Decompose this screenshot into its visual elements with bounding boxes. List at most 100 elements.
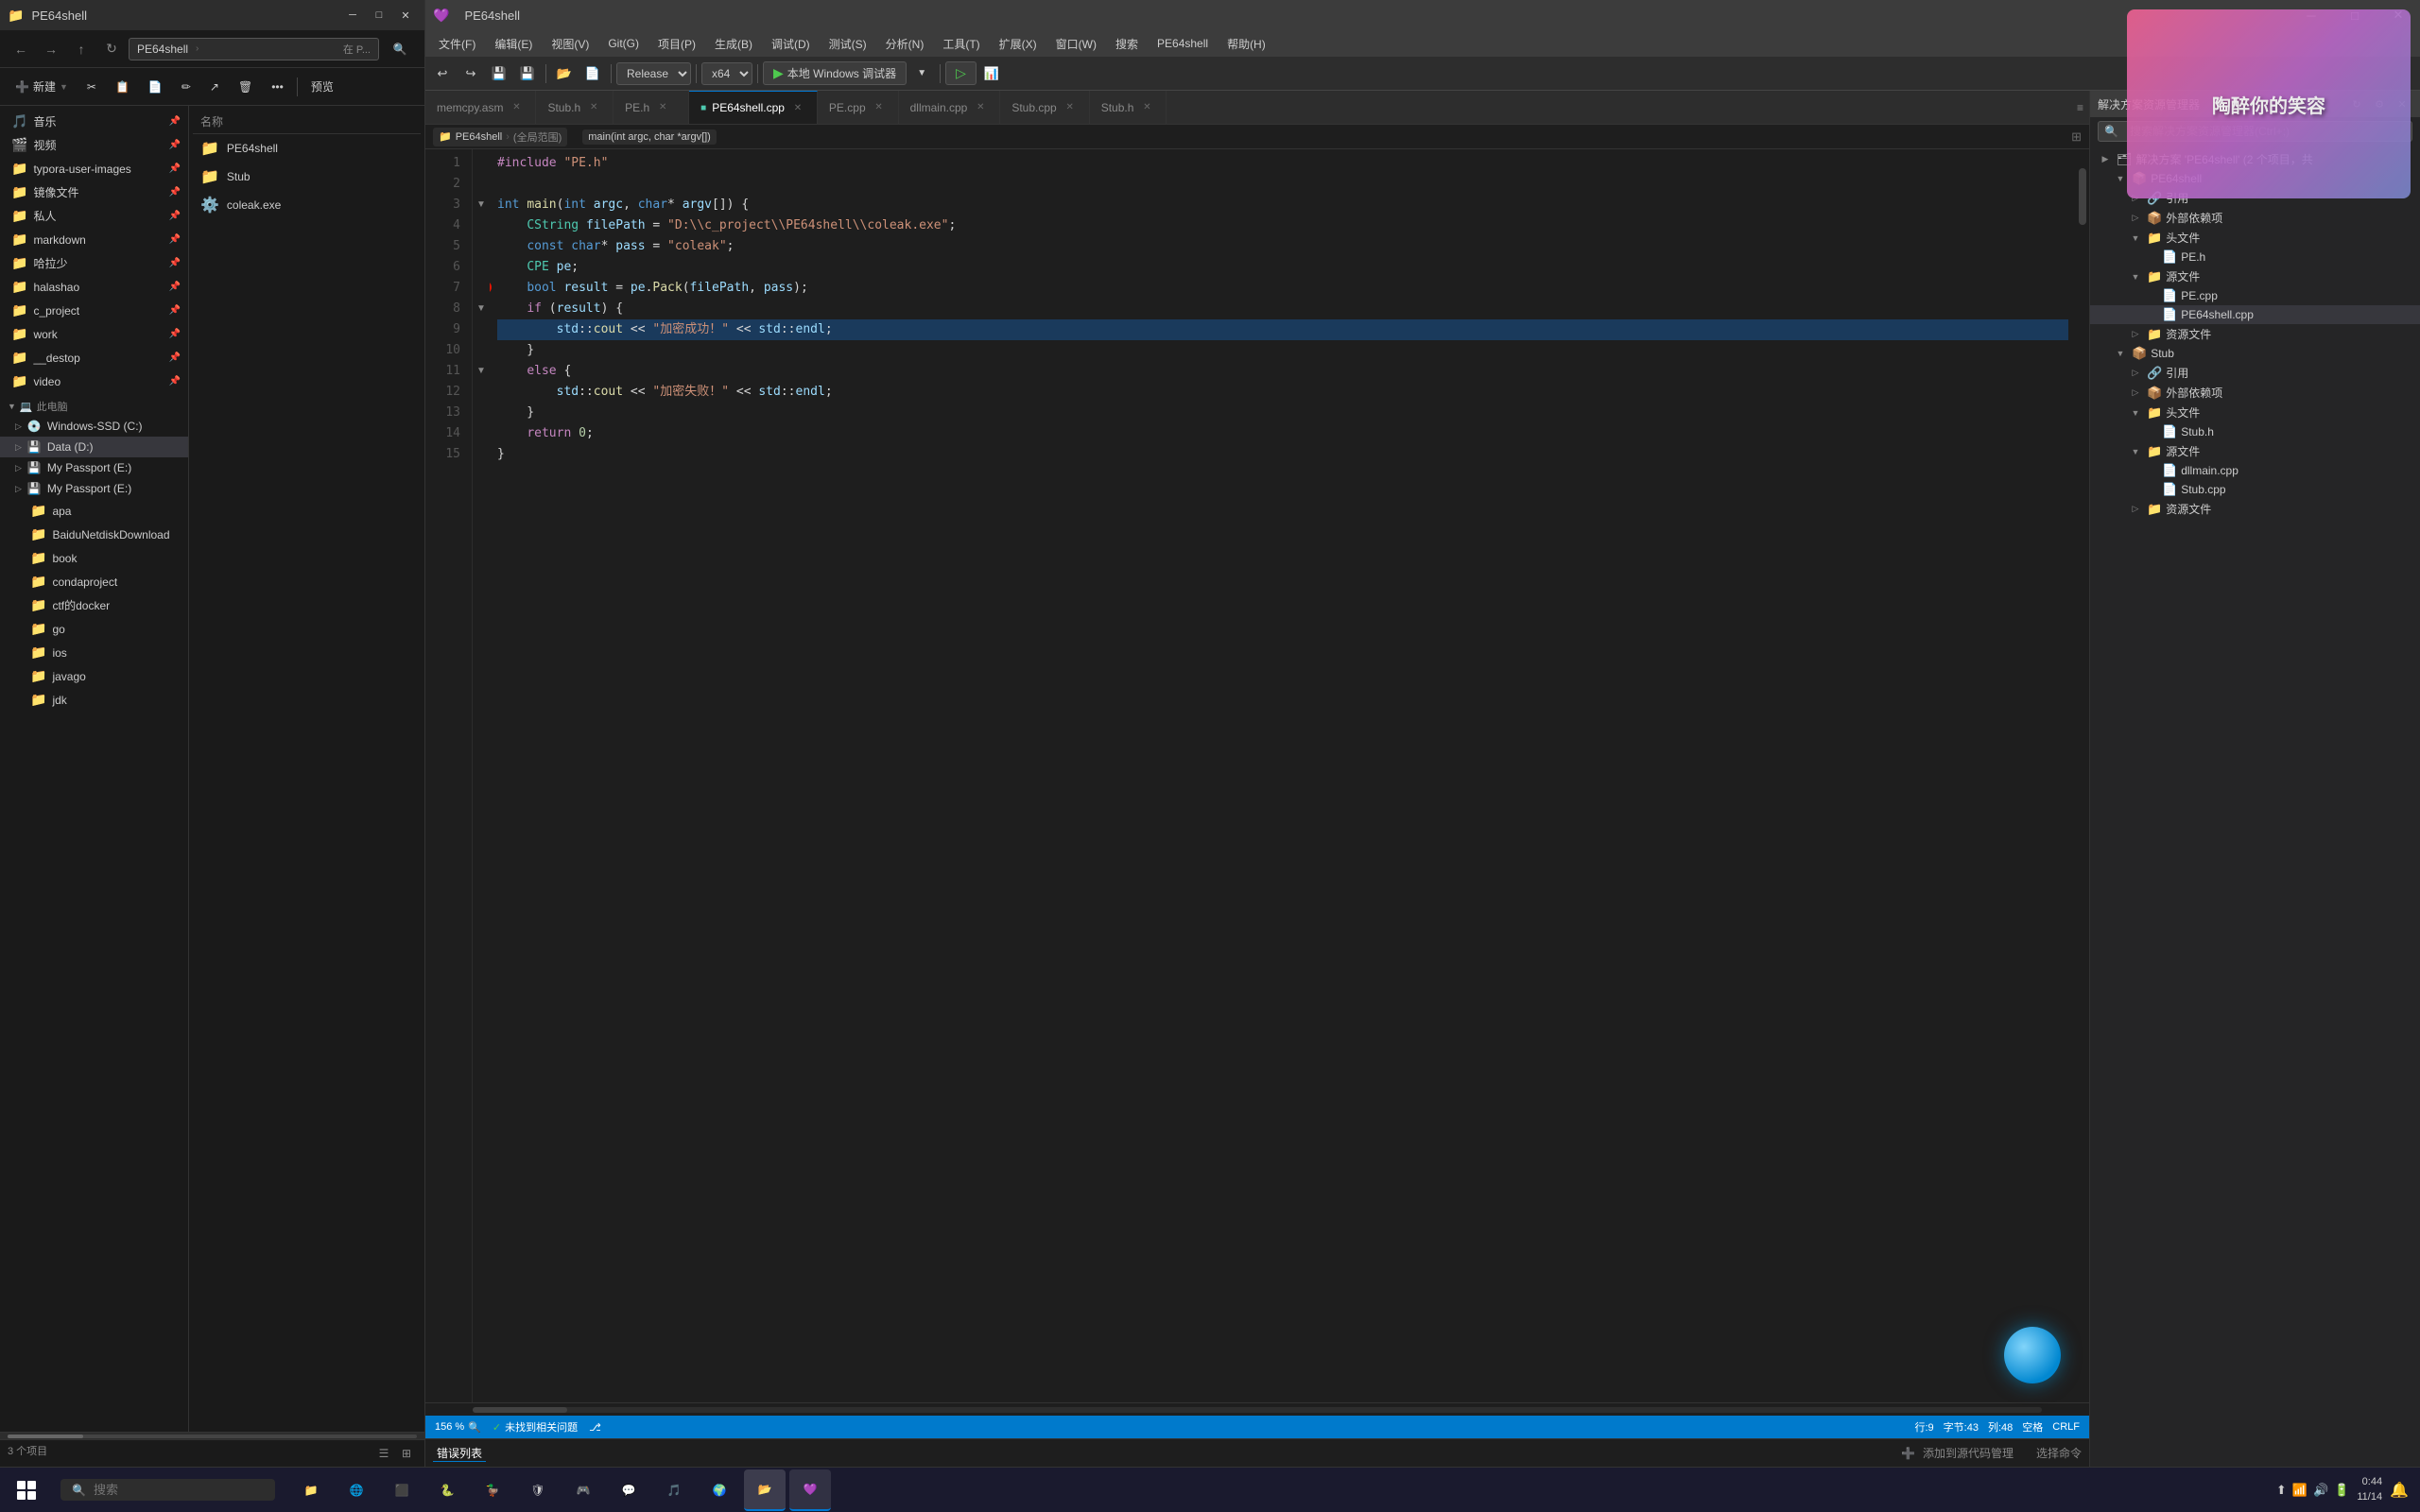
new-file-button[interactable]: 📄 [579, 60, 606, 87]
minimize-button[interactable]: ─ [341, 6, 364, 25]
file-item-stub[interactable]: 📁 Stub [193, 163, 421, 191]
copy-button[interactable]: 📋 [108, 77, 137, 96]
menu-test[interactable]: 测试(S) [820, 33, 876, 55]
file-item-pe64shell[interactable]: 📁 PE64shell [193, 134, 421, 163]
sidebar-item-video[interactable]: 🎬 视频 📌 [0, 133, 188, 157]
sidebar-item-apa[interactable]: 📁 apa [0, 499, 188, 523]
run-dropdown-button[interactable]: ▼ [908, 60, 935, 87]
sidebar-item-music[interactable]: 🎵 音乐 📌 [0, 110, 188, 133]
menu-tools[interactable]: 工具(T) [933, 33, 989, 55]
taskbar-chrome[interactable]: 🌍 [699, 1469, 740, 1511]
scrollbar-thumb[interactable] [8, 1435, 83, 1438]
list-view-button[interactable]: ☰ [373, 1443, 394, 1464]
tab-close-dllmain[interactable]: ✕ [973, 100, 988, 115]
tree-external-deps-2[interactable]: ▷ 📦 外部依赖项 [2090, 383, 2420, 403]
tree-stub[interactable]: ▼ 📦 Stub [2090, 344, 2420, 363]
new-button[interactable]: ➕ 新建 ▼ [8, 76, 76, 97]
file-item-coleak[interactable]: ⚙️ coleak.exe [193, 191, 421, 219]
tab-stub-cpp[interactable]: Stub.cpp ✕ [1000, 91, 1089, 124]
sidebar-item-ios[interactable]: 📁 ios [0, 641, 188, 664]
tab-overflow-button[interactable]: ≡ [2071, 91, 2089, 124]
tab-dllmain[interactable]: dllmain.cpp ✕ [899, 91, 1001, 124]
status-space[interactable]: 空格 [2022, 1419, 2043, 1435]
save-all-button[interactable]: 💾 [514, 60, 541, 87]
rename-button[interactable]: ✏ [174, 77, 199, 96]
sidebar-item-work[interactable]: 📁 work 📌 [0, 322, 188, 346]
grid-view-button[interactable]: ⊞ [396, 1443, 417, 1464]
notification-button[interactable]: 🔔 [2390, 1481, 2409, 1500]
taskbar-explorer-active[interactable]: 📂 [744, 1469, 786, 1511]
scrollbar-thumb[interactable] [2079, 168, 2086, 225]
maximize-button[interactable]: □ [368, 6, 390, 25]
nav-search-button[interactable]: 🔍 [383, 36, 417, 62]
taskbar-file-explorer[interactable]: 📁 [290, 1469, 332, 1511]
tree-resources-1[interactable]: ▷ 📁 资源文件 [2090, 324, 2420, 344]
taskbar-search-input[interactable] [94, 1483, 264, 1497]
tree-stub-cpp[interactable]: 📄 Stub.cpp [2090, 480, 2420, 499]
tree-external-deps-1[interactable]: ▷ 📦 外部依赖项 [2090, 208, 2420, 228]
menu-analyze[interactable]: 分析(N) [876, 33, 934, 55]
sidebar-item-condaproject[interactable]: 📁 condaproject [0, 570, 188, 593]
redo-button[interactable]: ↪ [458, 60, 484, 87]
run-button[interactable]: ▶ 本地 Windows 调试器 [763, 61, 907, 85]
run-without-debug-button[interactable]: ▷ [945, 61, 977, 85]
status-zoom[interactable]: 156 % 🔍 [435, 1421, 481, 1434]
tab-stub-h2[interactable]: Stub.h ✕ [1090, 91, 1167, 124]
save-button[interactable]: 💾 [486, 60, 512, 87]
delete-button[interactable]: 🗑 [231, 77, 260, 96]
volume-icon[interactable]: 🔊 [2313, 1483, 2328, 1498]
drive-passport-e2[interactable]: ▷ 💾 My Passport (E:) [0, 478, 188, 499]
tree-headers-1[interactable]: ▼ 📁 头文件 [2090, 228, 2420, 248]
refresh-button[interactable]: ↻ [98, 36, 125, 62]
start-button[interactable] [0, 1481, 53, 1500]
taskbar-app-1[interactable]: 🐍 [426, 1469, 468, 1511]
tab-pe-cpp[interactable]: PE.cpp ✕ [818, 91, 899, 124]
code-editor[interactable]: #include "PE.h" int main(int argc, char*… [490, 149, 2076, 1402]
add-code-link[interactable]: ➕ 添加到源代码管理 选择命令 [1901, 1445, 2082, 1461]
sidebar-item-jdk[interactable]: 📁 jdk [0, 688, 188, 712]
tree-references-2[interactable]: ▷ 🔗 引用 [2090, 363, 2420, 383]
tree-resources-2[interactable]: ▷ 📁 资源文件 [2090, 499, 2420, 519]
drive-passport-e1[interactable]: ▷ 💾 My Passport (E:) [0, 457, 188, 478]
horizontal-scrollbar[interactable] [425, 1402, 2089, 1416]
status-row[interactable]: 行:9 [1914, 1419, 1933, 1435]
taskbar-app-3[interactable]: 🛡 [517, 1469, 559, 1511]
explorer-scrollbar[interactable] [0, 1432, 424, 1439]
tree-pe-cpp[interactable]: 📄 PE.cpp [2090, 286, 2420, 305]
tab-memcpy[interactable]: memcpy.asm ✕ [425, 91, 536, 124]
status-col[interactable]: 字节:43 [1944, 1419, 1979, 1435]
drive-windows-ssd[interactable]: ▷ 💿 Windows-SSD (C:) [0, 416, 188, 437]
tab-pe64shell-cpp[interactable]: ■ PE64shell.cpp ✕ [689, 91, 818, 124]
status-chars[interactable]: 列:48 [1988, 1419, 2013, 1435]
address-bar[interactable]: PE64shell › 在 P... [129, 38, 379, 60]
sidebar-item-ctf-docker[interactable]: 📁 ctf的docker [0, 593, 188, 617]
configuration-select[interactable]: Release Debug [616, 62, 691, 85]
taskbar-app-5[interactable]: 💬 [608, 1469, 649, 1511]
tab-pe-h[interactable]: PE.h ✕ [614, 91, 689, 124]
status-encoding[interactable]: CRLF [2052, 1421, 2080, 1433]
select-option[interactable]: 选择命令 [2036, 1445, 2082, 1461]
taskbar-terminal[interactable]: ⬛ [381, 1469, 423, 1511]
taskbar-app-6[interactable]: 🎵 [653, 1469, 695, 1511]
menu-extensions[interactable]: 扩展(X) [990, 33, 1046, 55]
tab-close-stubcpp[interactable]: ✕ [1063, 100, 1078, 115]
status-errors[interactable]: ✓ 未找到相关问题 [493, 1419, 578, 1435]
tab-close-stubh[interactable]: ✕ [586, 100, 601, 115]
tree-stub-h[interactable]: 📄 Stub.h [2090, 422, 2420, 441]
tab-close-memcpy[interactable]: ✕ [509, 100, 524, 115]
menu-window[interactable]: 窗口(W) [1046, 33, 1106, 55]
tray-up-icon[interactable]: ⬆ [2276, 1483, 2287, 1498]
menu-view[interactable]: 视图(V) [542, 33, 598, 55]
network-icon[interactable]: 📶 [2292, 1483, 2308, 1498]
taskbar-browser[interactable]: 🌐 [336, 1469, 377, 1511]
taskbar-clock[interactable]: 0:44 11/14 [2357, 1475, 2382, 1504]
menu-debug[interactable]: 调试(D) [762, 33, 820, 55]
cut-button[interactable]: ✂ [79, 77, 104, 96]
menu-build[interactable]: 生成(B) [705, 33, 762, 55]
tree-dllmain-cpp[interactable]: 📄 dllmain.cpp [2090, 461, 2420, 480]
more-button[interactable]: ••• [264, 77, 291, 96]
sidebar-item-javago[interactable]: 📁 javago [0, 664, 188, 688]
menu-search[interactable]: 搜索 [1106, 33, 1148, 55]
tree-headers-2[interactable]: ▼ 📁 头文件 [2090, 403, 2420, 422]
menu-edit[interactable]: 编辑(E) [485, 33, 542, 55]
